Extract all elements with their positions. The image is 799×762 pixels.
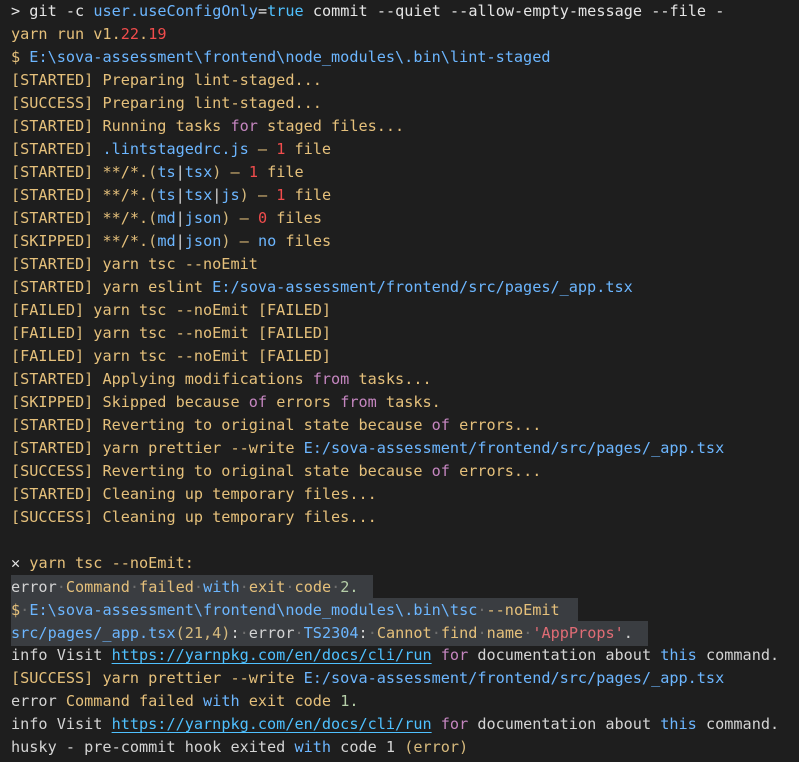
line-started-reverting: [STARTED] Reverting to original state be…	[0, 414, 799, 437]
line-ts2304: src/pages/_app.tsx(21,4):·error·TS2304:·…	[0, 621, 799, 644]
terminal-line-list: > git -c user.useConfigOnly=true commit …	[0, 0, 799, 759]
line-started-eslint: [STARTED] yarn eslint E:/sova-assessment…	[0, 276, 799, 299]
line-lint-staged-bin: $ E:\sova-assessment\frontend\node_modul…	[0, 46, 799, 69]
line-error-exit-2: error·Command·failed·with·exit·code·2.	[0, 575, 799, 598]
line-started-prettier: [STARTED] yarn prettier --write E:/sova-…	[0, 437, 799, 460]
line-started-md-json: [STARTED] **/*.(md|json) — 0 files	[0, 207, 799, 230]
line-success-preparing: [SUCCESS] Preparing lint-staged...	[0, 92, 799, 115]
terminal-output-pane[interactable]: > git -c user.useConfigOnly=true commit …	[0, 0, 799, 762]
line-error-exit-1: error Command failed with exit code 1.	[0, 690, 799, 713]
line-started-ts-tsx: [STARTED] **/*.(ts|tsx) — 1 file	[0, 161, 799, 184]
line-failed-tsc-1: [FAILED] yarn tsc --noEmit [FAILED]	[0, 299, 799, 322]
line-started-applying-mods: [STARTED] Applying modifications from ta…	[0, 368, 799, 391]
line-info-visit-2: info Visit https://yarnpkg.com/en/docs/c…	[0, 713, 799, 736]
line-failed-tsc-3: [FAILED] yarn tsc --noEmit [FAILED]	[0, 345, 799, 368]
line-skipped-errors: [SKIPPED] Skipped because of errors from…	[0, 391, 799, 414]
line-success-prettier: [SUCCESS] yarn prettier --write E:/sova-…	[0, 667, 799, 690]
yarn-docs-link[interactable]: https://yarnpkg.com/en/docs/cli/run	[112, 646, 432, 664]
line-started-running-tasks: [STARTED] Running tasks for staged files…	[0, 115, 799, 138]
line-info-visit-1: info Visit https://yarnpkg.com/en/docs/c…	[0, 644, 799, 667]
line-blank-1	[0, 529, 799, 552]
line-failed-tsc-2: [FAILED] yarn tsc --noEmit [FAILED]	[0, 322, 799, 345]
line-husky-exit: husky - pre-commit hook exited with code…	[0, 736, 799, 759]
line-started-cleaning: [STARTED] Cleaning up temporary files...	[0, 483, 799, 506]
line-tsc-bin: $·E:\sova-assessment\frontend\node_modul…	[0, 598, 799, 621]
line-x-yarn-tsc: ✕ yarn tsc --noEmit:	[0, 552, 799, 575]
line-git-commit: > git -c user.useConfigOnly=true commit …	[0, 0, 799, 23]
line-success-reverting: [SUCCESS] Reverting to original state be…	[0, 460, 799, 483]
line-started-preparing: [STARTED] Preparing lint-staged...	[0, 69, 799, 92]
line-skipped-md-json: [SKIPPED] **/*.(md|json) — no files	[0, 230, 799, 253]
line-started-ts-tsx-js: [STARTED] **/*.(ts|tsx|js) — 1 file	[0, 184, 799, 207]
yarn-docs-link[interactable]: https://yarnpkg.com/en/docs/cli/run	[112, 715, 432, 733]
line-yarn-version: yarn run v1.22.19	[0, 23, 799, 46]
line-started-lintstagedrc: [STARTED] .lintstagedrc.js — 1 file	[0, 138, 799, 161]
line-started-tsc: [STARTED] yarn tsc --noEmit	[0, 253, 799, 276]
line-success-cleaning: [SUCCESS] Cleaning up temporary files...	[0, 506, 799, 529]
